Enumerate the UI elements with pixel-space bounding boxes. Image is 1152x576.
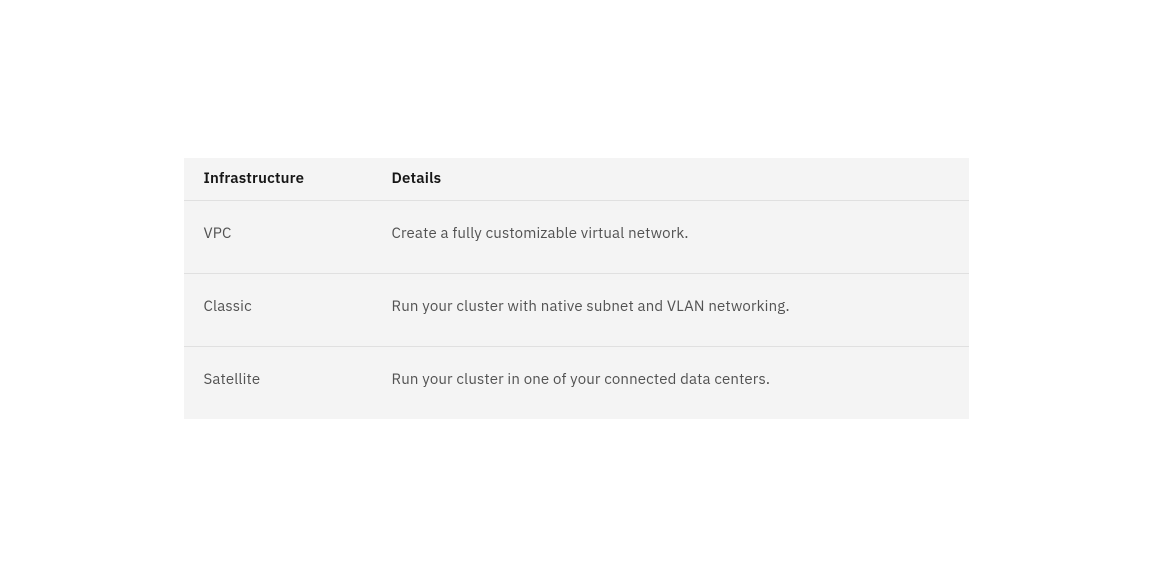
cell-infrastructure: Satellite — [184, 346, 372, 419]
table-row: Classic Run your cluster with native sub… — [184, 273, 969, 346]
header-infrastructure: Infrastructure — [184, 158, 372, 201]
table-row: VPC Create a fully customizable virtual … — [184, 200, 969, 273]
cell-details: Run your cluster with native subnet and … — [372, 273, 969, 346]
table-row: Satellite Run your cluster in one of you… — [184, 346, 969, 419]
table: Infrastructure Details VPC Create a full… — [184, 158, 969, 419]
infrastructure-table: Infrastructure Details VPC Create a full… — [184, 158, 969, 419]
cell-details: Create a fully customizable virtual netw… — [372, 200, 969, 273]
table-body: VPC Create a fully customizable virtual … — [184, 200, 969, 419]
cell-infrastructure: VPC — [184, 200, 372, 273]
table-header-row: Infrastructure Details — [184, 158, 969, 201]
cell-details: Run your cluster in one of your connecte… — [372, 346, 969, 419]
table-header: Infrastructure Details — [184, 158, 969, 201]
header-details: Details — [372, 158, 969, 201]
cell-infrastructure: Classic — [184, 273, 372, 346]
